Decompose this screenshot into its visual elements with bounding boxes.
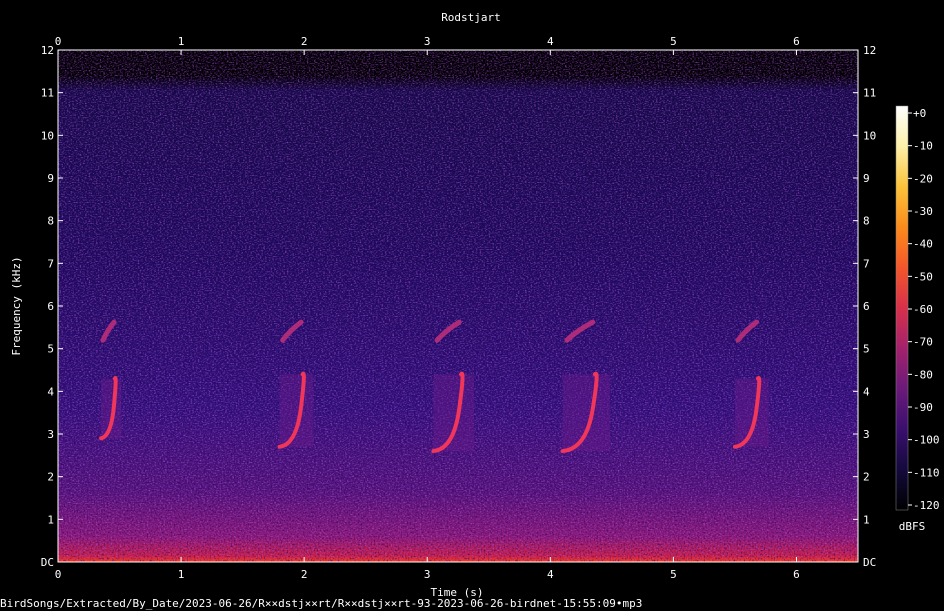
y-tick-label-left: 7 <box>47 257 54 270</box>
spectrogram-figure: 00112233445566DC DC1 12 23 34 45 56 67 78 89 910 10… <box>10 11 940 599</box>
colorbar-tick-label: -100 <box>913 434 940 447</box>
x-tick-label-top: 5 <box>670 35 677 48</box>
y-tick-label-left: 2 <box>47 471 54 484</box>
y-tick-label-right: 5 <box>863 343 870 356</box>
y-tick-label-right: 3 <box>863 428 870 441</box>
y-tick-label-left: 6 <box>47 300 54 313</box>
x-tick-label-bottom: 5 <box>670 568 677 581</box>
x-tick-label-top: 0 <box>55 35 62 48</box>
colorbar: +0 -10 -20 -30 -40 -50 -60 -70 -80 -90 -100 -110 -12… <box>895 105 940 533</box>
y-tick-label-left: 12 <box>41 44 54 57</box>
colorbar-tick-label: -20 <box>913 172 933 185</box>
colorbar-label: dBFS <box>899 520 926 533</box>
y-tick-label-right: DC <box>863 556 876 569</box>
y-axis-label: Frequency (kHz) <box>10 256 23 355</box>
colorbar-tick-label: -80 <box>913 368 933 381</box>
colorbar-tick-label: -50 <box>913 270 933 283</box>
x-tick-label-top: 6 <box>793 35 800 48</box>
plot-area <box>58 50 858 562</box>
x-tick-label-bottom: 6 <box>793 568 800 581</box>
x-tick-label-top: 3 <box>424 35 431 48</box>
x-tick-label-bottom: 3 <box>424 568 431 581</box>
x-tick-label-top: 1 <box>178 35 185 48</box>
colorbar-tick-label: -60 <box>913 303 933 316</box>
x-tick-label-top: 2 <box>301 35 308 48</box>
y-tick-label-right: 11 <box>863 87 876 100</box>
y-tick-label-left: 3 <box>47 428 54 441</box>
y-tick-label-left: 9 <box>47 172 54 185</box>
y-tick-label-right: 10 <box>863 129 876 142</box>
x-tick-label-top: 4 <box>547 35 554 48</box>
y-tick-label-left: 11 <box>41 87 54 100</box>
y-tick-label-left: 8 <box>47 215 54 228</box>
call-energy-5 <box>734 378 769 447</box>
y-tick-label-right: 9 <box>863 172 870 185</box>
colorbar-tick-label: -30 <box>913 205 933 218</box>
colorbar-tick-label: -110 <box>913 466 940 479</box>
file-path-footer: BirdSongs/Extracted/By_Date/2023-06-26/R… <box>0 597 643 610</box>
colorbar-tick-label: -120 <box>913 499 940 512</box>
x-tick-label-bottom: 1 <box>178 568 185 581</box>
y-tick-label-right: 2 <box>863 471 870 484</box>
y-tick-label-right: 1 <box>863 513 870 526</box>
colorbar-tick-label: -40 <box>913 238 933 251</box>
call-energy-3 <box>433 374 474 452</box>
x-tick-label-bottom: 0 <box>55 568 62 581</box>
y-tick-label-left: 10 <box>41 129 54 142</box>
y-tick-label-left: DC <box>41 556 54 569</box>
y-tick-label-right: 4 <box>863 385 870 398</box>
y-tick-label-right: 7 <box>863 257 870 270</box>
y-tick-label-left: 1 <box>47 513 54 526</box>
y-tick-label-right: 8 <box>863 215 870 228</box>
colorbar-tick-label: -70 <box>913 336 933 349</box>
x-tick-label-bottom: 2 <box>301 568 308 581</box>
call-energy-2 <box>279 374 314 447</box>
colorbar-tick-label: -90 <box>913 401 933 414</box>
colorbar-gradient <box>895 105 909 511</box>
chart-title: Rodstjart <box>441 11 501 24</box>
y-tick-label-right: 6 <box>863 300 870 313</box>
y-tick-label-left: 5 <box>47 343 54 356</box>
colorbar-tick-label: +0 <box>913 107 926 120</box>
x-tick-label-bottom: 4 <box>547 568 554 581</box>
y-tick-label-left: 4 <box>47 385 54 398</box>
call-energy-4 <box>562 374 610 452</box>
y-tick-label-right: 12 <box>863 44 876 57</box>
colorbar-tick-label: -10 <box>913 140 933 153</box>
